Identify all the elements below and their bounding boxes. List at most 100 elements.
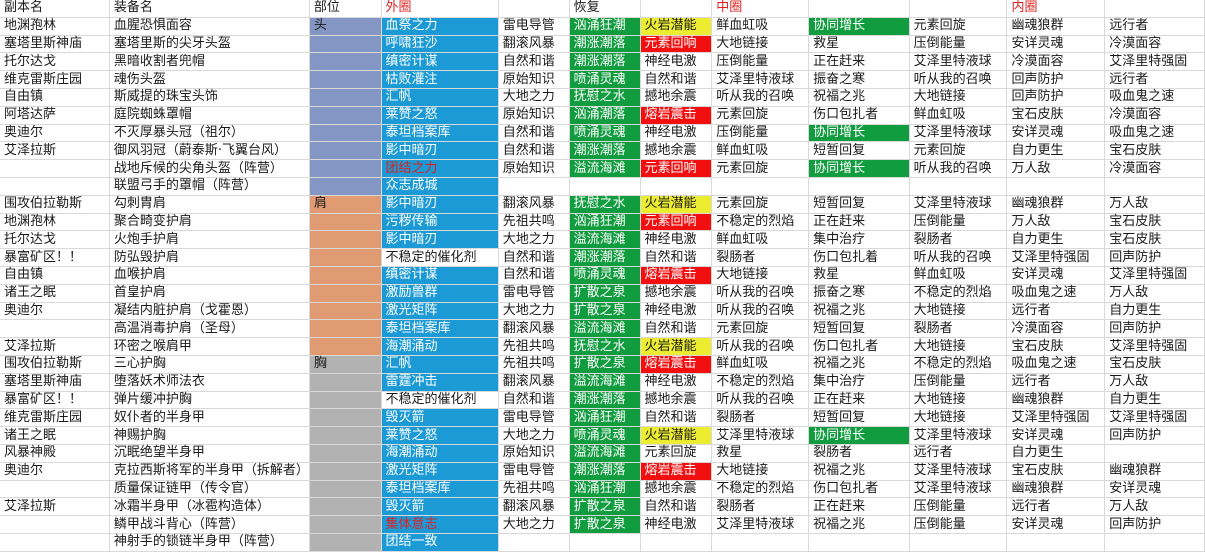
cell-item[interactable]: 凝结内脏护肩（戈霍恩） bbox=[109, 302, 310, 321]
header-cell-inner-b[interactable] bbox=[1104, 0, 1205, 18]
cell-heal[interactable]: 抚慰之水 bbox=[569, 195, 641, 214]
cell-item[interactable]: 克拉西斯将军的半身甲（拆解者） bbox=[109, 462, 310, 481]
cell-middle-b[interactable] bbox=[711, 177, 810, 196]
cell-outer-b[interactable]: 自然和谐 bbox=[498, 248, 570, 267]
cell-item[interactable]: 血腥恐惧面容 bbox=[109, 17, 310, 36]
cell-item[interactable]: 聚合畸变护肩 bbox=[109, 213, 310, 232]
cell-item[interactable]: 冰霜半身甲（冰雹构造体） bbox=[109, 497, 310, 517]
cell-middle-b[interactable]: 艾泽里特液球 bbox=[711, 70, 810, 89]
cell-item[interactable]: 不灭厚暴头冠（祖尔） bbox=[109, 124, 310, 143]
cell-middle-d[interactable]: 艾泽里特液球 bbox=[909, 52, 1008, 72]
cell-outer-b[interactable]: 翻滚风暴 bbox=[498, 319, 570, 339]
cell-heal[interactable]: 喷涌灵魂 bbox=[569, 124, 641, 143]
cell-middle-c[interactable]: 祝福之兆 bbox=[808, 355, 910, 374]
cell-middle-b[interactable]: 艾泽里特液球 bbox=[711, 426, 810, 445]
cell-dungeon[interactable] bbox=[0, 515, 110, 534]
cell-inner-b[interactable]: 宝石皮肤 bbox=[1104, 355, 1205, 374]
cell-outer-b[interactable]: 翻滚风暴 bbox=[498, 373, 570, 392]
cell-middle-a[interactable]: 神经电激 bbox=[640, 373, 713, 392]
cell-slot[interactable] bbox=[309, 444, 382, 463]
cell-outer-b[interactable]: 先祖共鸣 bbox=[498, 213, 570, 232]
cell-dungeon[interactable]: 自由镇 bbox=[0, 88, 110, 107]
cell-slot[interactable] bbox=[309, 408, 382, 428]
cell-item[interactable]: 弹片缓冲护胸 bbox=[109, 391, 310, 410]
cell-inner-b[interactable]: 宝石皮肤 bbox=[1104, 230, 1205, 250]
cell-middle-b[interactable]: 不稳定的烈焰 bbox=[711, 480, 810, 499]
cell-inner-a[interactable]: 艾泽里特强固 bbox=[1006, 408, 1106, 428]
cell-middle-b[interactable]: 裂肠者 bbox=[711, 248, 810, 267]
cell-inner-a[interactable]: 远行者 bbox=[1006, 373, 1106, 392]
cell-middle-d[interactable]: 艾泽里特液球 bbox=[909, 195, 1008, 214]
cell-inner-a[interactable]: 安详灵魂 bbox=[1006, 515, 1106, 534]
cell-item[interactable]: 三心护胸 bbox=[109, 355, 310, 374]
cell-slot[interactable] bbox=[309, 337, 382, 356]
header-cell-item[interactable]: 装备名 bbox=[109, 0, 310, 18]
cell-item[interactable]: 黑暗收割者兜帽 bbox=[109, 52, 310, 72]
cell-dungeon[interactable]: 塞塔里斯神庙 bbox=[0, 35, 110, 54]
cell-middle-d[interactable]: 艾泽里特液球 bbox=[909, 124, 1008, 143]
cell-outer-b[interactable]: 先祖共鸣 bbox=[498, 337, 570, 356]
cell-middle-a[interactable]: 熔岩震击 bbox=[640, 266, 713, 285]
cell-dungeon[interactable]: 阿塔达萨 bbox=[0, 106, 110, 125]
cell-inner-a[interactable]: 冷漠面容 bbox=[1006, 52, 1106, 72]
cell-dungeon[interactable]: 围攻伯拉勒斯 bbox=[0, 195, 110, 214]
cell-slot[interactable] bbox=[309, 533, 382, 552]
cell-item[interactable]: 质量保证链甲（传令官） bbox=[109, 480, 310, 499]
cell-dungeon[interactable]: 艾泽拉斯 bbox=[0, 497, 110, 517]
cell-inner-a[interactable]: 自力更生 bbox=[1006, 141, 1106, 161]
cell-dungeon[interactable]: 地渊孢林 bbox=[0, 213, 110, 232]
cell-middle-a[interactable]: 自然和谐 bbox=[640, 408, 713, 428]
cell-outer-a[interactable]: 影中暗刃 bbox=[381, 230, 499, 250]
cell-outer-b[interactable]: 雷电导管 bbox=[498, 17, 570, 36]
cell-middle-b[interactable]: 大地链接 bbox=[711, 462, 810, 481]
cell-heal[interactable]: 溢流海滩 bbox=[569, 230, 641, 250]
cell-inner-b[interactable]: 冷漠面容 bbox=[1104, 35, 1205, 54]
cell-item[interactable]: 堕落妖术师法衣 bbox=[109, 373, 310, 392]
cell-slot[interactable]: 胸 bbox=[309, 355, 382, 374]
header-cell-inner-a[interactable]: 内圈 bbox=[1006, 0, 1106, 18]
cell-middle-a[interactable]: 自然和谐 bbox=[640, 497, 713, 517]
cell-middle-c[interactable]: 短暂回复 bbox=[808, 195, 910, 214]
cell-outer-a[interactable]: 海潮涌动 bbox=[381, 444, 499, 463]
cell-inner-b[interactable] bbox=[1104, 444, 1205, 463]
cell-slot[interactable] bbox=[309, 213, 382, 232]
cell-dungeon[interactable]: 地渊孢林 bbox=[0, 17, 110, 36]
cell-outer-a[interactable]: 毁灭箭 bbox=[381, 408, 499, 428]
cell-inner-b[interactable]: 自力更生 bbox=[1104, 302, 1205, 321]
cell-middle-d[interactable]: 远行者 bbox=[909, 444, 1008, 463]
cell-heal[interactable]: 喷涌灵魂 bbox=[569, 70, 641, 89]
cell-dungeon[interactable]: 围攻伯拉勒斯 bbox=[0, 355, 110, 374]
cell-outer-a[interactable]: 不稳定的催化剂 bbox=[381, 248, 499, 267]
cell-middle-a[interactable]: 熔岩震击 bbox=[640, 355, 713, 374]
cell-inner-a[interactable]: 吸血鬼之速 bbox=[1006, 355, 1106, 374]
cell-dungeon[interactable]: 奥迪尔 bbox=[0, 302, 110, 321]
cell-inner-b[interactable]: 回声防护 bbox=[1104, 515, 1205, 534]
cell-outer-a[interactable]: 缜密计谋 bbox=[381, 266, 499, 285]
header-cell-middle-c[interactable] bbox=[808, 0, 910, 18]
cell-item[interactable]: 防弘毁护肩 bbox=[109, 248, 310, 267]
cell-outer-b[interactable]: 自然和谐 bbox=[498, 124, 570, 143]
cell-slot[interactable] bbox=[309, 462, 382, 481]
cell-inner-a[interactable]: 宝石皮肤 bbox=[1006, 462, 1106, 481]
cell-slot[interactable] bbox=[309, 426, 382, 445]
cell-slot[interactable] bbox=[309, 124, 382, 143]
cell-outer-a[interactable]: 激光矩阵 bbox=[381, 462, 499, 481]
cell-middle-c[interactable]: 正在赶来 bbox=[808, 52, 910, 72]
cell-middle-c[interactable]: 伤口包扎着 bbox=[808, 248, 910, 267]
cell-item[interactable]: 战地斥候的尖角头盔（阵营） bbox=[109, 159, 310, 178]
cell-middle-c[interactable]: 正在赶来 bbox=[808, 391, 910, 410]
cell-dungeon[interactable]: 艾泽拉斯 bbox=[0, 337, 110, 356]
cell-middle-d[interactable]: 元素回旋 bbox=[909, 141, 1008, 161]
cell-inner-b[interactable]: 万人敌 bbox=[1104, 195, 1205, 214]
cell-middle-b[interactable]: 裂肠者 bbox=[711, 408, 810, 428]
cell-inner-b[interactable]: 吸血鬼之速 bbox=[1104, 88, 1205, 107]
cell-middle-d[interactable]: 艾泽里特液球 bbox=[909, 480, 1008, 499]
cell-outer-b[interactable]: 雷电导管 bbox=[498, 462, 570, 481]
cell-slot[interactable] bbox=[309, 35, 382, 54]
cell-outer-b[interactable]: 翻滚风暴 bbox=[498, 195, 570, 214]
cell-middle-b[interactable]: 艾泽里特液球 bbox=[711, 515, 810, 534]
cell-item[interactable]: 鳞甲战斗背心（阵营） bbox=[109, 515, 310, 534]
cell-slot[interactable] bbox=[309, 70, 382, 89]
cell-dungeon[interactable]: 诸王之眠 bbox=[0, 284, 110, 303]
cell-inner-a[interactable]: 冷漠面容 bbox=[1006, 319, 1106, 339]
